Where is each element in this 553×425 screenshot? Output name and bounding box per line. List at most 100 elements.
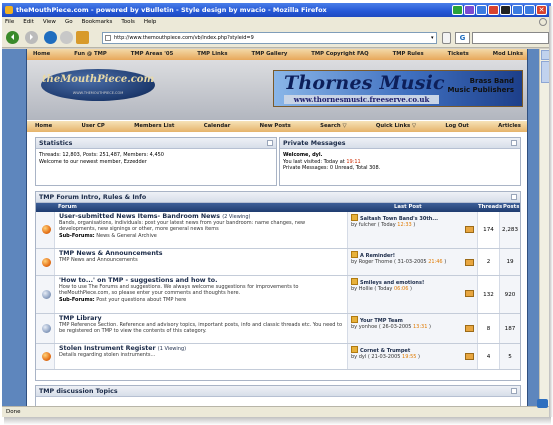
tray-icons: ✕ [452, 5, 547, 15]
nav-search[interactable]: Search ▽ [320, 121, 346, 132]
forum-name[interactable]: TMP Library [59, 315, 102, 322]
forum-name[interactable]: 'How to...' on TMP - suggestions and how… [59, 277, 218, 284]
firefox-icon [5, 6, 13, 14]
tray-icon-green[interactable] [452, 5, 463, 15]
subforums-label: Sub-Forums: [59, 232, 95, 239]
pm-counts[interactable]: Private Messages: 0 Unread, Total 308. [283, 165, 517, 172]
pm-visited-time: 19:11 [346, 158, 361, 165]
nav-new-posts[interactable]: New Posts [260, 121, 291, 132]
collapse-icon[interactable] [511, 388, 517, 394]
stop-icon[interactable] [60, 31, 73, 44]
topnav-gallery[interactable]: TMP Gallery [251, 49, 287, 60]
nav-log-out[interactable]: Log Out [445, 121, 468, 132]
window-shadow-right [549, 6, 553, 417]
col-last-post: Last Post [394, 204, 422, 210]
maximize-icon[interactable] [524, 5, 535, 15]
last-post-time: 06:06 [393, 286, 409, 293]
advert-banner[interactable]: Thornes Music www.thornesmusic.freeserve… [273, 70, 523, 107]
tray-icon-red[interactable] [488, 5, 499, 15]
nav-members-list[interactable]: Members List [134, 121, 174, 132]
forum-section-intro: TMP Forum Intro, Rules & Info Forum Last… [35, 191, 521, 381]
last-post-date: ( 26-03-2005 [378, 324, 413, 331]
menu-go[interactable]: Go [65, 17, 73, 28]
search-input[interactable] [472, 32, 549, 44]
thread-count: 8 [477, 314, 499, 343]
menu-bookmarks[interactable]: Bookmarks [82, 17, 113, 28]
search-engine-icon[interactable]: G [455, 32, 470, 44]
menu-file[interactable]: File [5, 17, 14, 28]
last-post-title[interactable]: A Reminder! [351, 251, 474, 259]
site-logo[interactable]: theMouthPiece.com [41, 69, 155, 101]
last-post-title[interactable]: Smileys and emotions! [351, 278, 474, 286]
section-header[interactable]: TMP Forum Intro, Rules & Info [36, 192, 520, 203]
topnav-mod-links[interactable]: Mod Links [493, 49, 523, 60]
browser-window: theMouthPiece.com - powered by vBulletin… [2, 3, 551, 417]
close-icon[interactable]: ✕ [536, 5, 547, 15]
no-new-posts-icon [42, 324, 51, 333]
menu-tools[interactable]: Tools [121, 17, 135, 28]
topnav-copyright-faq[interactable]: TMP Copyright FAQ [311, 49, 368, 60]
go-to-last-post-icon[interactable] [465, 259, 474, 266]
last-post-author[interactable]: by Hollie [351, 286, 373, 292]
go-arrow-icon[interactable] [442, 32, 451, 44]
last-post-author[interactable]: by fulcher [351, 222, 376, 228]
topnav-links[interactable]: TMP Links [197, 49, 227, 60]
forum-name[interactable]: Stolen Instrument Register [59, 345, 156, 352]
chevron-down-icon[interactable]: ▾ [431, 32, 438, 44]
menu-view[interactable]: View [43, 17, 56, 28]
tray-icon-purple[interactable] [464, 5, 475, 15]
tray-icon-blue[interactable] [476, 5, 487, 15]
last-post-title[interactable]: Saltash Town Band's 30th... [351, 214, 474, 222]
section-header[interactable]: TMP discussion Topics [36, 386, 520, 397]
pm-visited-label: You last visited: Today at [283, 158, 347, 165]
page-icon [105, 35, 111, 41]
nav-articles[interactable]: Articles [498, 121, 521, 132]
section-title: TMP Forum Intro, Rules & Info [39, 194, 147, 201]
go-to-last-post-icon[interactable] [465, 325, 474, 332]
last-post-date: ( Today [374, 286, 394, 293]
throbber-icon [539, 18, 547, 26]
nav-home[interactable]: Home [35, 121, 52, 132]
menu-help[interactable]: Help [144, 17, 157, 28]
tray-icon-black[interactable] [500, 5, 511, 15]
forward-icon[interactable] [25, 31, 38, 44]
collapse-icon[interactable] [511, 194, 517, 200]
back-icon[interactable] [6, 31, 19, 44]
last-post-title[interactable]: Cornet & Trumpet [351, 346, 474, 354]
last-post-date-end: ) [442, 259, 447, 266]
thread-count: 174 [477, 212, 499, 248]
last-post-author[interactable]: by dyl [351, 354, 366, 360]
last-post-title[interactable]: Your TMP Team [351, 316, 474, 324]
menu-edit[interactable]: Edit [23, 17, 34, 28]
forum-row: TMP Library TMP Reference Section. Refer… [36, 314, 520, 344]
go-to-last-post-icon[interactable] [465, 226, 474, 233]
nav-calendar[interactable]: Calendar [204, 121, 231, 132]
thread-count: 2 [477, 249, 499, 275]
collapse-icon[interactable] [267, 140, 273, 146]
forum-description: Bands, organisations, individuals: post … [59, 220, 306, 233]
topnav-fun[interactable]: Fun @ TMP [74, 49, 107, 60]
go-to-last-post-icon[interactable] [465, 353, 474, 360]
topnav-tickets[interactable]: Tickets [448, 49, 469, 60]
subforum-link[interactable]: Post your questions about TMP here [96, 297, 186, 303]
topnav-areas[interactable]: TMP Areas '05 [131, 49, 173, 60]
last-post-author[interactable]: by yonhoe [351, 324, 377, 330]
collapse-icon[interactable] [511, 140, 517, 146]
address-bar[interactable]: http://www.themouthpiece.com/vb/index.ph… [102, 32, 437, 44]
last-post-author[interactable]: by Roger Thorne [351, 259, 392, 265]
forum-name[interactable]: User-submitted News Items- Bandroom News [59, 213, 220, 220]
subforum-link[interactable]: News & General Archive [96, 233, 157, 239]
topnav-home[interactable]: Home [33, 49, 50, 60]
reload-icon[interactable] [44, 31, 57, 44]
last-post-time: 13:31 [413, 324, 428, 331]
topnav-rules[interactable]: TMP Rules [393, 49, 424, 60]
nav-user-cp[interactable]: User CP [82, 121, 105, 132]
minimize-icon[interactable] [512, 5, 523, 15]
forum-name[interactable]: TMP News & Announcements [59, 250, 163, 257]
nav-quick-links[interactable]: Quick Links ▽ [376, 121, 416, 132]
home-icon[interactable] [76, 31, 89, 44]
go-to-last-post-icon[interactable] [465, 290, 474, 297]
last-post-time: 21:46 [428, 259, 443, 266]
status-icon [537, 399, 548, 408]
main-nav: Home User CP Members List Calendar New P… [27, 121, 527, 132]
